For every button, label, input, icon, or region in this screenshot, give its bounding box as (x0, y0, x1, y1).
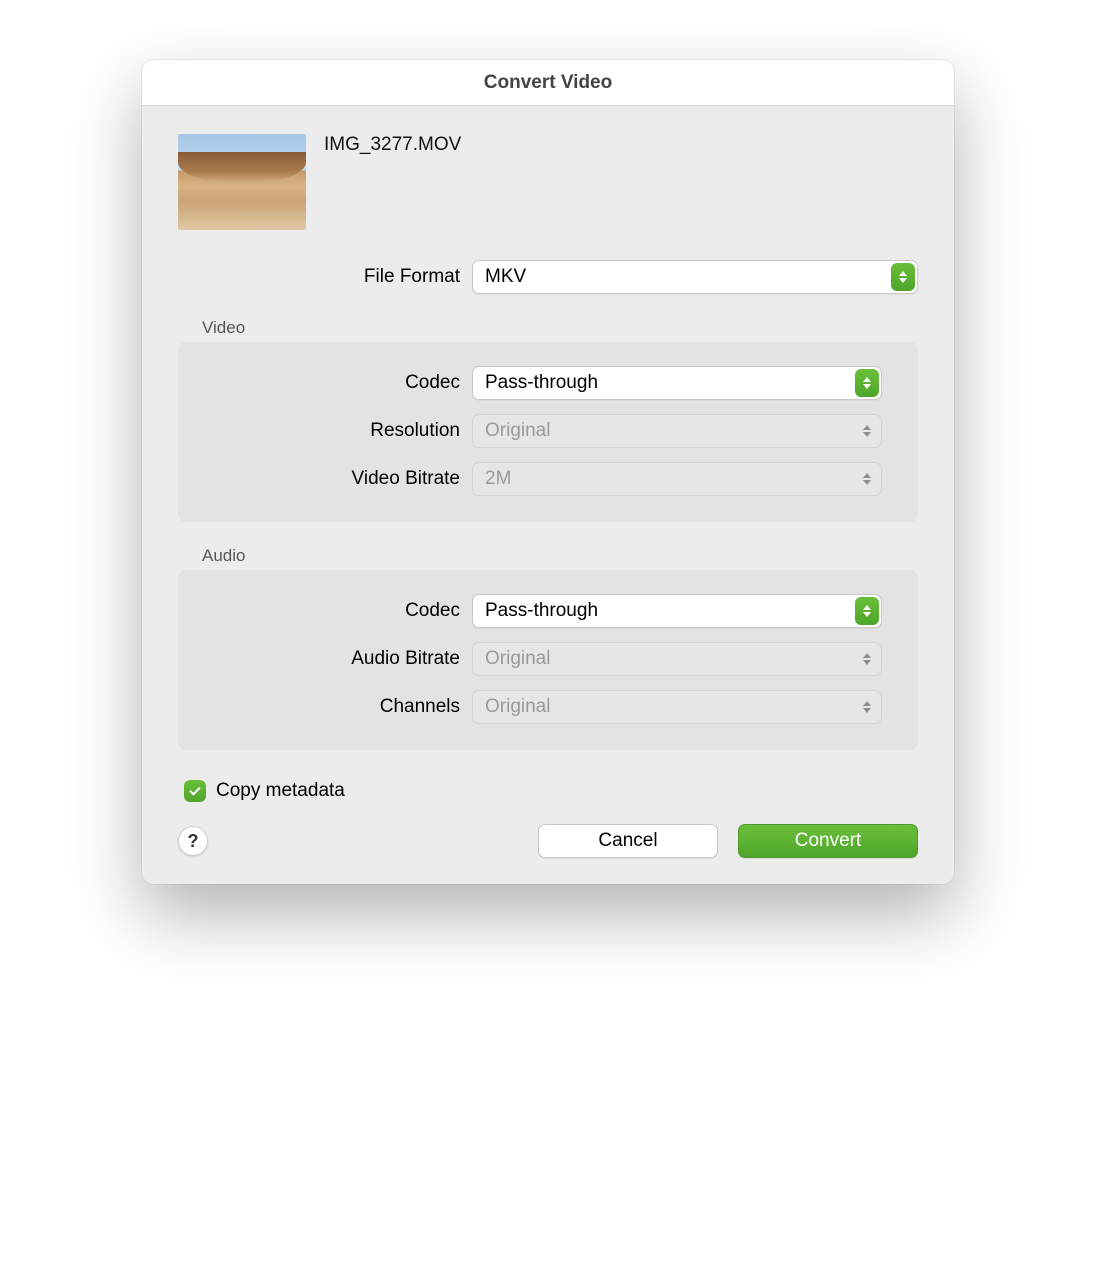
audio-codec-value: Pass-through (485, 600, 598, 622)
audio-section-label: Audio (202, 546, 918, 566)
audio-channels-label: Channels (214, 696, 472, 718)
updown-icon (855, 465, 879, 493)
copy-metadata-checkbox[interactable] (184, 780, 206, 802)
convert-button[interactable]: Convert (738, 824, 918, 858)
help-icon: ? (188, 831, 199, 852)
convert-label: Convert (795, 830, 862, 852)
audio-bitrate-label: Audio Bitrate (214, 648, 472, 670)
file-format-label: File Format (178, 266, 472, 288)
video-bitrate-value: 2M (485, 468, 511, 490)
video-codec-row: Codec Pass-through (214, 366, 882, 400)
audio-channels-value: Original (485, 696, 550, 718)
window-titlebar: Convert Video (142, 60, 954, 106)
help-button[interactable]: ? (178, 826, 208, 856)
video-group: Codec Pass-through Resolution Original V… (178, 342, 918, 522)
audio-codec-label: Codec (214, 600, 472, 622)
updown-icon (855, 693, 879, 721)
video-resolution-row: Resolution Original (214, 414, 882, 448)
window-title: Convert Video (484, 72, 612, 94)
video-codec-value: Pass-through (485, 372, 598, 394)
video-thumbnail (178, 134, 306, 230)
audio-bitrate-value: Original (485, 648, 550, 670)
audio-bitrate-row: Audio Bitrate Original (214, 642, 882, 676)
copy-metadata-row[interactable]: Copy metadata (184, 780, 918, 802)
updown-icon (855, 417, 879, 445)
cancel-label: Cancel (598, 830, 657, 852)
audio-codec-row: Codec Pass-through (214, 594, 882, 628)
video-resolution-select: Original (472, 414, 882, 448)
updown-icon (855, 369, 879, 397)
video-codec-label: Codec (214, 372, 472, 394)
dialog-content: IMG_3277.MOV File Format MKV Video Codec… (142, 106, 954, 884)
video-codec-select[interactable]: Pass-through (472, 366, 882, 400)
video-section-label: Video (202, 318, 918, 338)
file-header: IMG_3277.MOV (178, 134, 918, 230)
audio-bitrate-select: Original (472, 642, 882, 676)
audio-group: Codec Pass-through Audio Bitrate Origina… (178, 570, 918, 750)
audio-channels-row: Channels Original (214, 690, 882, 724)
video-resolution-label: Resolution (214, 420, 472, 442)
file-format-row: File Format MKV (178, 260, 918, 294)
video-bitrate-row: Video Bitrate 2M (214, 462, 882, 496)
cancel-button[interactable]: Cancel (538, 824, 718, 858)
audio-channels-select: Original (472, 690, 882, 724)
updown-icon (855, 645, 879, 673)
updown-icon (855, 597, 879, 625)
filename: IMG_3277.MOV (324, 134, 461, 156)
dialog-footer: ? Cancel Convert (178, 824, 918, 858)
video-bitrate-label: Video Bitrate (214, 468, 472, 490)
audio-codec-select[interactable]: Pass-through (472, 594, 882, 628)
copy-metadata-label: Copy metadata (216, 780, 345, 802)
video-bitrate-select: 2M (472, 462, 882, 496)
checkmark-icon (188, 784, 202, 798)
file-format-select[interactable]: MKV (472, 260, 918, 294)
file-format-value: MKV (485, 266, 526, 288)
convert-video-dialog: Convert Video IMG_3277.MOV File Format M… (142, 60, 954, 884)
video-resolution-value: Original (485, 420, 550, 442)
updown-icon (891, 263, 915, 291)
